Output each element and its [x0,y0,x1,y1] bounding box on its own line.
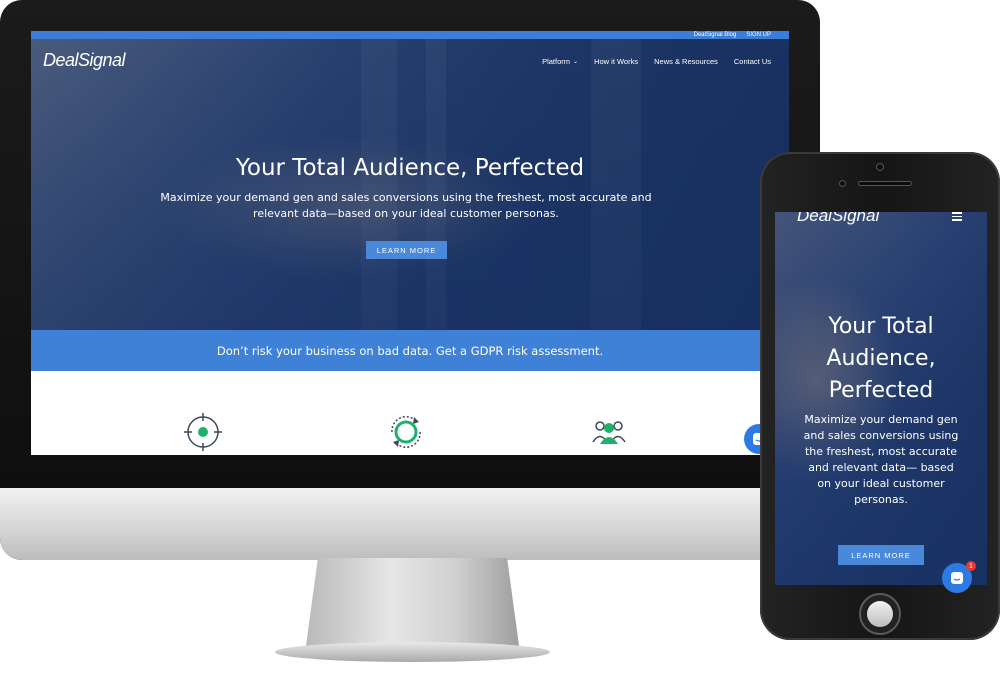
mobile-hero-subtitle: Maximize your demand gen and sales conve… [803,413,959,506]
monitor-stand-base [275,642,550,662]
desktop-screen: DealSignal Blog SIGN UP DealSignal Platf… [31,31,789,455]
site-logo[interactable]: DealSignal [43,50,126,71]
gdpr-banner-text: Don’t risk your business on bad data. Ge… [216,343,604,358]
hero-subtitle: Maximize your demand gen and sales conve… [160,191,652,220]
mobile-screen: DealSignal Your Total Audience, Perfecte… [775,212,987,585]
nav-item-platform[interactable]: Platform ⌄ [542,57,578,66]
mobile-hero-title: Your Total Audience, Perfected [826,314,936,403]
chevron-down-icon: ⌄ [573,59,579,65]
nav-item-label: Contact Us [733,57,771,66]
chat-icon [951,572,963,584]
phone-speaker [858,181,912,186]
phone-home-button[interactable] [859,593,901,635]
monitor-chin [0,488,820,560]
hero-overlay [31,39,789,330]
target-icon [184,413,222,451]
hamburger-menu-icon[interactable] [952,212,962,223]
main-nav: Platform ⌄ How it Works News & Resources… [542,57,771,66]
nav-item-label: News & Resources [654,57,718,66]
signup-link[interactable]: SIGN UP [746,32,771,38]
people-group-icon [592,421,626,444]
monitor-stand [305,558,520,653]
nav-item-how-it-works[interactable]: How it Works [594,57,638,66]
nav-item-news-resources[interactable]: News & Resources [654,57,718,66]
refresh-cycle-icon [391,415,421,449]
phone-camera [876,163,884,171]
chat-notification-badge: 1 [966,561,976,571]
phone-sensor [839,180,846,187]
mobile-learn-more-button[interactable]: LEARN MORE [838,545,924,565]
top-utility-bar: DealSignal Blog SIGN UP [31,31,789,39]
nav-item-label: How it Works [594,57,639,66]
nav-item-label: Platform [542,57,571,66]
blog-link[interactable]: DealSignal Blog [694,32,737,38]
hero-section: DealSignal Platform ⌄ How it Works News … [31,39,789,330]
nav-item-contact-us[interactable]: Contact Us [734,57,771,66]
hero-title: Your Total Audience, Perfected [235,155,585,181]
learn-more-button[interactable]: LEARN MORE [366,241,447,259]
mobile-site-logo[interactable]: DealSignal [797,212,879,226]
gdpr-banner[interactable]: Don’t risk your business on bad data. Ge… [31,330,789,371]
